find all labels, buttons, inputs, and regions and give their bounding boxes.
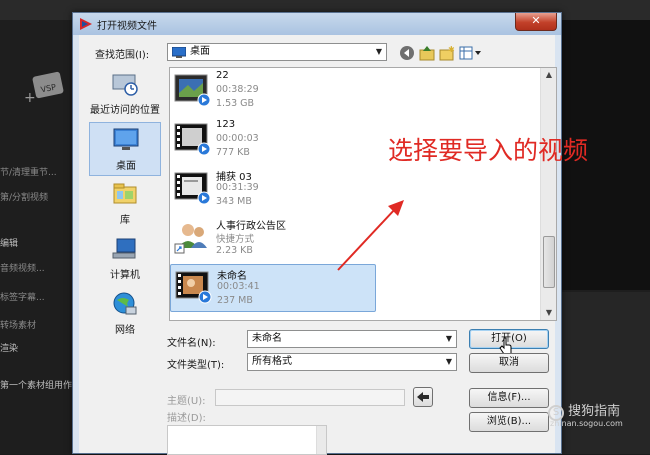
file-name: 捕获 03: [216, 172, 252, 183]
file-size: 343 MB: [216, 196, 252, 207]
file-duration: 00:00:03: [216, 133, 259, 144]
chevron-down-icon: ▼: [445, 334, 452, 343]
file-size: 237 MB: [217, 295, 253, 306]
lookin-value: 桌面: [190, 46, 210, 57]
file-item[interactable]: 22 00:38:29 1.53 GB: [170, 68, 376, 116]
dialog-body: 查找范围(I): 桌面 ▼ ✱ 最近访问的位置 桌面 库 计算机 网络 22 0…: [79, 35, 557, 455]
filetype-label: 文件类型(T):: [167, 360, 225, 371]
tutorial-annotation: 选择要导入的视频: [388, 136, 589, 165]
file-type: 快捷方式: [216, 234, 255, 245]
editor-menu-item[interactable]: 第/分割视频: [0, 190, 48, 203]
file-size: 777 KB: [216, 147, 250, 158]
browse-button[interactable]: 浏览(B)...: [469, 412, 549, 432]
editor-menu-item[interactable]: 转场素材: [0, 318, 36, 331]
library-icon: [113, 183, 137, 204]
editor-menu-item[interactable]: 编辑: [0, 236, 18, 249]
editor-menu-item[interactable]: 第一个素材组用作/: [0, 378, 75, 391]
file-item[interactable]: 123 00:00:03 777 KB: [170, 117, 376, 165]
red-arrow-icon: [337, 200, 404, 271]
place-library[interactable]: 库: [89, 177, 161, 231]
timeline-controls: [560, 292, 650, 454]
info-button[interactable]: 信息(F)...: [469, 388, 549, 408]
place-label: 计算机: [110, 270, 140, 281]
editor-menu-item[interactable]: 音频视频...: [0, 261, 45, 274]
file-name: 未命名: [217, 271, 247, 282]
new-folder-icon[interactable]: ✱: [439, 45, 455, 61]
editor-menu-item[interactable]: 标签字幕...: [0, 290, 45, 303]
svg-text:+: +: [24, 90, 36, 106]
watermark-text: 搜狗指南: [568, 404, 621, 419]
vsp-import-icon: VSP +: [24, 71, 64, 106]
desktop-icon: [172, 47, 186, 58]
scrollbar-thumb[interactable]: [543, 236, 555, 288]
view-menu-icon[interactable]: [459, 45, 483, 61]
svg-text:✱: ✱: [448, 45, 455, 54]
back-icon[interactable]: [399, 45, 415, 61]
network-icon: [113, 292, 137, 315]
description-label: 描述(D):: [167, 413, 206, 424]
dialog-title: 打开视频文件: [97, 21, 157, 32]
place-network[interactable]: 网络: [89, 287, 161, 341]
lookin-dropdown[interactable]: 桌面 ▼: [167, 43, 387, 61]
place-label: 网络: [115, 325, 135, 336]
place-desktop[interactable]: 桌面: [89, 122, 161, 176]
file-name: 123: [216, 119, 236, 130]
desktop-icon: [113, 128, 139, 150]
vertical-scrollbar[interactable]: ▲ ▼: [540, 68, 556, 320]
file-size: 1.53 GB: [216, 98, 255, 109]
chevron-down-icon: ▼: [375, 47, 382, 56]
filetype-value: 所有格式: [252, 356, 292, 367]
filetype-dropdown[interactable]: 所有格式 ▼: [247, 353, 457, 371]
video-file-icon: [174, 74, 211, 107]
up-folder-icon[interactable]: [419, 45, 435, 61]
place-label: 库: [120, 215, 130, 226]
subject-input[interactable]: [215, 389, 405, 406]
editor-menu-item[interactable]: 渲染: [0, 341, 18, 354]
description-box[interactable]: [167, 425, 327, 455]
close-button[interactable]: ✕: [515, 13, 557, 31]
video-file-icon: [175, 271, 212, 304]
description-scrollbar[interactable]: [316, 426, 326, 454]
places-bar: 最近访问的位置 桌面 库 计算机 网络: [89, 67, 161, 372]
file-duration: 00:38:29: [216, 84, 259, 95]
video-file-icon: [174, 123, 211, 156]
place-label: 最近访问的位置: [90, 105, 160, 116]
place-recent[interactable]: 最近访问的位置: [89, 67, 161, 121]
place-computer[interactable]: 计算机: [89, 232, 161, 286]
insert-arrow-button[interactable]: [413, 387, 433, 407]
watermark-url: zhinan.sogou.com: [550, 419, 623, 428]
file-size: 2.23 KB: [216, 245, 253, 256]
lookin-label: 查找范围(I):: [95, 50, 150, 61]
file-name: 22: [216, 70, 229, 81]
open-video-dialog: 打开视频文件 ✕ 查找范围(I): 桌面 ▼ ✱ 最近访问的位置 桌面 库 计算…: [72, 12, 562, 455]
cancel-button[interactable]: 取消: [469, 353, 549, 373]
arrow-left-icon: [417, 392, 429, 402]
app-logo-icon: [80, 18, 92, 30]
dialog-titlebar[interactable]: 打开视频文件 ✕: [73, 13, 561, 35]
place-label: 桌面: [116, 161, 136, 172]
filename-label: 文件名(N):: [167, 338, 216, 349]
scroll-up-icon[interactable]: ▲: [541, 68, 556, 82]
filename-value: 未命名: [252, 333, 282, 344]
recent-places-icon: [112, 74, 138, 96]
subject-label: 主题(U):: [167, 396, 206, 407]
watermark-brand: S 搜狗指南: [548, 400, 620, 421]
computer-icon: [112, 238, 136, 259]
video-file-icon: [174, 172, 211, 205]
file-name: 人事行政公告区: [216, 221, 286, 232]
chevron-down-icon: ▼: [445, 357, 452, 366]
file-duration: 00:03:41: [217, 281, 260, 292]
scroll-down-icon[interactable]: ▼: [541, 306, 556, 320]
file-duration: 00:31:39: [216, 182, 259, 193]
editor-menu-item[interactable]: 节/清理重节...: [0, 165, 57, 178]
filename-input[interactable]: 未命名 ▼: [247, 330, 457, 348]
shared-folder-shortcut-icon: [174, 224, 207, 254]
